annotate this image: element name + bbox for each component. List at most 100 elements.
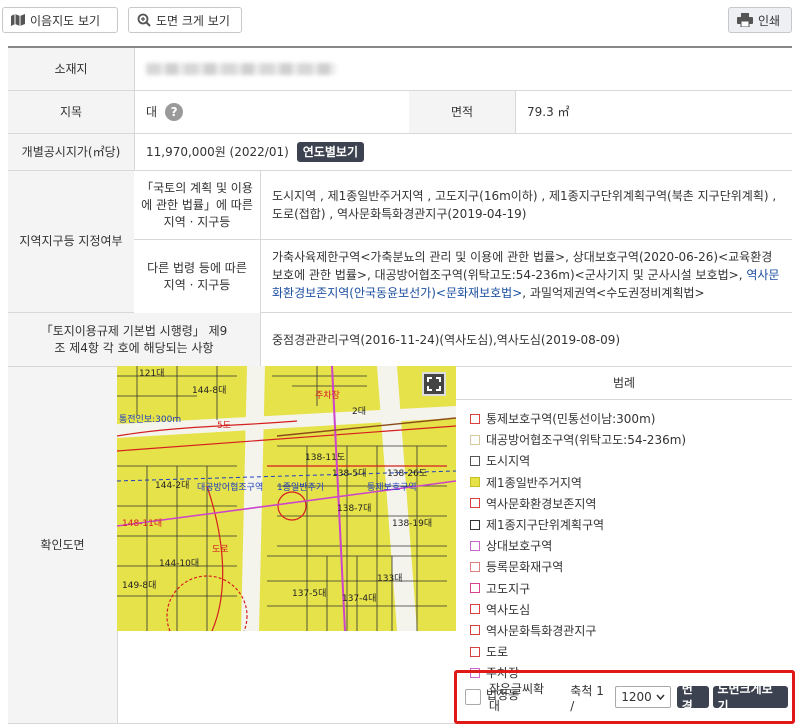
zone-law1-value: 도시지역 , 제1종일반주거지역 , 고도지구(16m이하) , 제1종지구단위… [272,189,777,221]
print-label: 인쇄 [758,13,781,28]
redacted-address [146,63,336,75]
legend-swatch [470,519,480,530]
enlarge-map-bottom-button[interactable]: 도면크게보기 [712,682,788,713]
legend-swatch [470,625,480,636]
zone-law2-text-a: 가축사육제한구역<가축분뇨의 관리 및 이용에 관한 법률>, 상대보호구역(2… [272,250,773,282]
printer-icon [737,13,753,27]
legend-item: 고도지구 [470,578,792,599]
svg-text:144-2대: 144-2대 [155,480,189,491]
view-map-button[interactable]: 이음지도 보기 [2,7,118,33]
svg-text:133대: 133대 [377,573,402,584]
svg-text:148-11대: 148-11대 [122,518,162,529]
map-legend: 범례 통제보호구역(민통선이남:300m) 대공방어협조구역(위탁고도:54-23… [456,366,792,702]
scale-label: 축척 1 / [570,683,604,713]
enlarge-map-label: 도면 크게 보기 [156,13,230,28]
legend-label: 역사문화환경보존지역 [486,496,597,511]
svg-text:주차장: 주차장 [315,389,340,401]
legend-label: 통제보호구역(민통선이남:300m) [486,412,656,427]
svg-text:138-7대: 138-7대 [337,503,371,514]
legend-item: 통제보호구역(민통선이남:300m) [470,408,792,429]
zone-row: 지역지구등 지정여부 「국토의 계획 및 이용에 관한 법률」에 따른 지역 ·… [8,171,792,313]
jimok-label: 지목 [8,91,134,133]
enlarge-text-checkbox[interactable] [465,689,481,705]
legend-title: 범례 [456,366,792,400]
enlarge-map-button[interactable]: 도면 크게 보기 [128,7,242,33]
zoom-in-icon [137,13,151,27]
confirm-map-label: 확인도면 [8,367,117,723]
svg-text:5도: 5도 [217,421,231,431]
jimok-text: 대 [146,105,158,119]
svg-text:통제보호구역: 통제보호구역 [367,482,417,493]
toolbar: 이음지도 보기 도면 크게 보기 인쇄 [0,0,800,40]
legend-item: 역사문화특화경관지구 [470,620,792,641]
legend-item: 등록문화재구역 [470,556,792,577]
legend-swatch [470,604,480,615]
land-info-table: 소재지 지목 대 ? 면적 79.3 ㎡ 개별공시지가(㎡당) 11,970,0… [8,46,792,724]
enforcement-value: 중점경관관리구역(2016-11-24)(역사도심),역사도심(2019-08-… [272,332,621,347]
change-scale-button[interactable]: 변경 [676,682,709,713]
legend-label: 대공방어협조구역(위탁고도:54-236m) [486,433,687,448]
svg-text:2대: 2대 [352,406,366,417]
legend-label: 고도지구 [486,581,531,596]
svg-text:138-5대: 138-5대 [332,468,366,479]
legend-label: 등록문화재구역 [486,560,564,575]
svg-text:137-4대: 137-4대 [342,593,376,604]
svg-text:통전인보:300m: 통전인보:300m [119,414,181,425]
jimok-value: 대 ? [134,91,409,133]
svg-text:138-11도: 138-11도 [305,453,345,463]
map-controls: 작은글씨확대 축척 1 / 1200 변경 도면크게보기 [454,670,795,724]
area-value: 79.3 ㎡ [527,105,570,119]
svg-text:149-8대: 149-8대 [122,580,156,591]
view-map-label: 이음지도 보기 [30,13,101,28]
help-icon[interactable]: ? [165,103,184,121]
zone-label: 지역지구등 지정여부 [8,171,134,312]
zone-law2-text-b: , 과밀억제권역<수도권정비계획법> [522,286,705,300]
location-value [134,48,792,90]
enforcement-row: 「토지이용규제 기본법 시행령」 제9조 제4항 각 호에 해당되는 사항 중점… [8,313,792,367]
legend-label: 도시지역 [486,454,531,469]
zone-law2-value: 가축사육제한구역<가축분뇨의 관리 및 이용에 관한 법률>, 상대보호구역(2… [260,240,792,313]
enforcement-label: 「토지이용규제 기본법 시행령」 제9조 제4항 각 호에 해당되는 사항 [8,313,260,366]
legend-label: 역사문화특화경관지구 [486,623,597,638]
legend-item: 역사도심 [470,599,792,620]
legend-list: 통제보호구역(민통선이남:300m) 대공방어협조구역(위탁고도:54-236m)… [456,400,792,705]
legend-swatch [470,540,480,551]
legend-swatch [470,561,480,572]
map-icon [11,14,25,26]
scale-select[interactable]: 1200 [615,686,671,708]
svg-text:121대: 121대 [139,368,164,379]
legend-swatch [470,477,480,488]
zone-law1-label: 「국토의 계획 및 이용에 관한 법률」에 따른 지역 · 지구등 [134,171,260,239]
legend-swatch [470,583,480,594]
legend-label: 제1종지구단위계획구역 [486,518,605,533]
legend-item: 역사문화환경보존지역 [470,493,792,514]
legend-item: 상대보호구역 [470,535,792,556]
legend-label: 역사도심 [486,602,531,617]
svg-text:138-26도: 138-26도 [387,469,427,479]
location-row: 소재지 [8,48,792,91]
svg-text:1종일반주거: 1종일반주거 [277,482,324,493]
chevron-down-icon [656,694,665,700]
yearly-price-button[interactable]: 연도별보기 [296,142,364,162]
enlarge-text-label: 작은글씨확대 [488,682,545,713]
price-text: 11,970,000원 (2022/01) [146,145,289,159]
legend-item: 대공방어협조구역(위탁고도:54-236m) [470,429,792,450]
legend-swatch [470,498,480,509]
location-label: 소재지 [8,48,134,90]
price-row: 개별공시지가(㎡당) 11,970,000원 (2022/01) 연도별보기 [8,134,792,171]
svg-text:138-19대: 138-19대 [392,518,432,529]
svg-text:도로: 도로 [212,545,229,555]
fullscreen-icon[interactable] [422,372,446,396]
legend-swatch [470,455,480,466]
legend-item: 제1종일반주거지역 [470,472,792,493]
legend-label: 도로 [486,645,509,660]
area-label: 면적 [409,91,515,133]
print-button[interactable]: 인쇄 [728,7,792,33]
legend-swatch [470,434,480,445]
land-use-map[interactable]: 121대 144-8대 주차장 2대 5도 통전인보:300m 138-11도 … [117,366,456,631]
map-drawing: 121대 144-8대 주차장 2대 5도 통전인보:300m 138-11도 … [117,366,456,631]
svg-text:137-5대: 137-5대 [292,588,326,599]
legend-label: 상대보호구역 [486,539,553,554]
price-label: 개별공시지가(㎡당) [8,134,134,170]
zone-law2-label: 다른 법령 등에 따른 지역 · 지구등 [134,240,260,313]
